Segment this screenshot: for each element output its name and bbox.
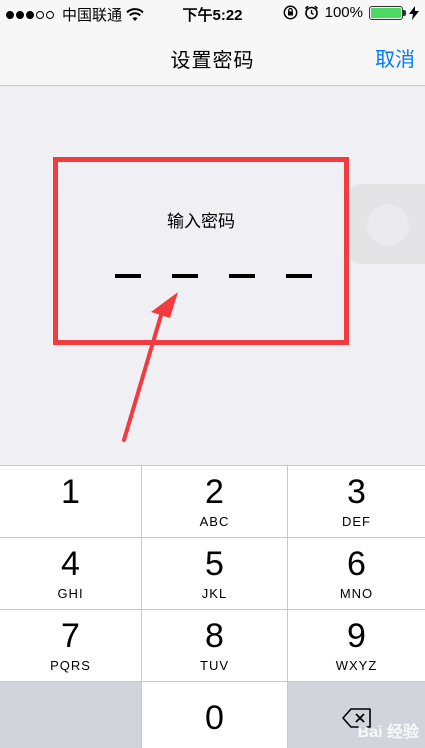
watermark: Bai 经验 <box>357 724 419 741</box>
numeric-keypad: 1 2 ABC 3 DEF 4 GHI 5 JKL 6 MNO 7 PQRS 8… <box>0 465 425 748</box>
key-1[interactable]: 1 <box>0 465 142 537</box>
key-8[interactable]: 8 TUV <box>142 609 288 681</box>
key-4[interactable]: 4 GHI <box>0 537 142 609</box>
key-6[interactable]: 6 MNO <box>288 537 425 609</box>
delete-key[interactable]: Bai 经验 <box>288 681 425 748</box>
keypad-empty-slot <box>0 681 142 748</box>
key-7[interactable]: 7 PQRS <box>0 609 142 681</box>
key-3[interactable]: 3 DEF <box>288 465 425 537</box>
key-0[interactable]: 0 <box>142 681 288 748</box>
key-5[interactable]: 5 JKL <box>142 537 288 609</box>
key-2[interactable]: 2 ABC <box>142 465 288 537</box>
key-9[interactable]: 9 WXYZ <box>288 609 425 681</box>
